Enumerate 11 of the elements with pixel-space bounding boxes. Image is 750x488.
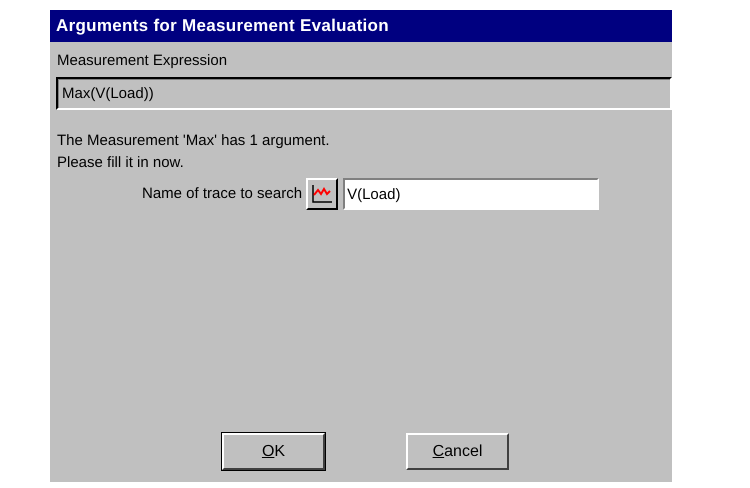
message-text: The Measurement 'Max' has 1 argument. xyxy=(57,131,331,151)
trace-input[interactable]: V(Load) xyxy=(343,178,600,210)
expression-field[interactable]: Max(V(Load)) xyxy=(56,77,672,110)
field-label: Name of trace to search xyxy=(142,184,302,204)
window-title: Arguments for Measurement Evaluation xyxy=(50,10,672,42)
dialog-button[interactable]: Cancel xyxy=(406,433,509,470)
message-text: Please fill it in now. xyxy=(57,153,185,173)
dialog-button[interactable]: OK xyxy=(222,433,325,470)
waveform-icon xyxy=(311,184,334,204)
field-label: Measurement Expression xyxy=(56,51,228,71)
trace-button[interactable] xyxy=(306,178,338,210)
